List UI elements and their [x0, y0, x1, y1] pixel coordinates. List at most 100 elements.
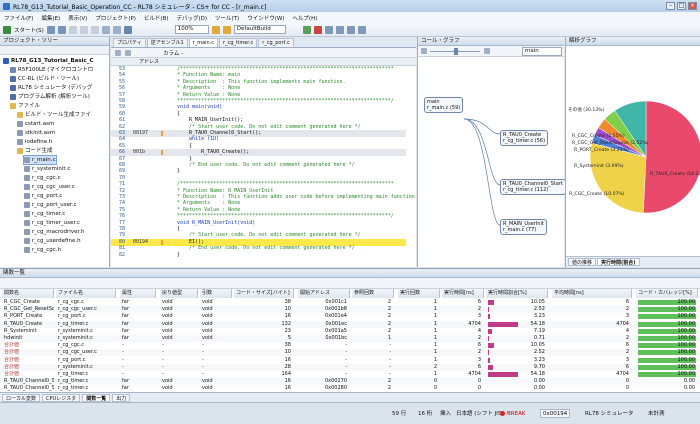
build-icon[interactable] [211, 25, 220, 34]
tree-item[interactable]: r_cg_cgc.h [24, 246, 61, 254]
tree-item[interactable]: r_cg_cgc_user.c [24, 183, 75, 191]
tree-item[interactable]: r_cg_port.c [24, 192, 62, 200]
column-header[interactable]: コード・サイズ[バイト] [234, 289, 294, 298]
column-header[interactable]: 関数名 [2, 289, 54, 298]
column-header[interactable]: 参照回数 [352, 289, 394, 298]
menu-item[interactable]: デバッグ(D) [177, 14, 208, 22]
tree-item[interactable]: プログラム解析 (解析ツール) [10, 93, 90, 101]
copy-icon[interactable] [79, 25, 88, 34]
step-out-icon[interactable] [346, 25, 355, 34]
tree-item[interactable]: ビルド・ツール生成ファイ [17, 111, 91, 119]
redo-icon[interactable] [112, 25, 121, 34]
function-search-input[interactable]: main [522, 47, 562, 56]
tree-item[interactable]: RL78 シミュレータ (デバッグ [10, 84, 92, 92]
rebuild-icon[interactable] [222, 25, 231, 34]
tree-item[interactable]: r_cg_timer_user.c [24, 219, 80, 227]
step-in-icon[interactable] [324, 25, 333, 34]
tree-item[interactable]: r_cg_timer.c [24, 210, 65, 218]
menu-item[interactable]: ファイル(F) [4, 14, 33, 22]
bottom-tab[interactable]: 出力 [112, 393, 131, 402]
zoom-out-icon[interactable] [421, 48, 427, 54]
editor-tab[interactable]: プロパティ [113, 38, 146, 47]
code-area[interactable]: 53/*************************************… [111, 66, 416, 257]
editor-tab[interactable]: 逆アセンブル1 [146, 38, 188, 47]
table-cell: 0 [625, 378, 629, 385]
tree-item[interactable]: r_systeminit.c [24, 165, 70, 173]
editor-tool-icon[interactable] [125, 49, 131, 56]
column-header[interactable]: 引数 [200, 289, 232, 298]
table-cell: 16 [284, 356, 291, 363]
cut-icon[interactable] [68, 25, 77, 34]
column-header[interactable]: 戻り値型 [160, 289, 198, 298]
stop-icon[interactable] [313, 25, 322, 34]
tree-item[interactable]: stkinit.asm [17, 129, 55, 137]
tree-item[interactable]: ファイル [10, 102, 40, 110]
tree-item-label: コード生成 [25, 148, 53, 154]
menu-item[interactable]: 編集(E) [41, 14, 60, 22]
tree-item[interactable]: R5F100LE (マイクロコントロ [10, 66, 93, 74]
column-header[interactable]: 実行時間割合[%] [486, 289, 548, 298]
menu-item[interactable]: プロジェクト(P) [95, 14, 136, 22]
table-cell: - [389, 349, 391, 356]
call-graph-node-main[interactable]: main r_main.c (59) [424, 97, 464, 113]
tree-item[interactable]: iodefine.h [17, 138, 52, 146]
close-button[interactable]: × [688, 2, 697, 10]
call-graph-node-tau0-create[interactable]: R_TAU0_Create r_cg_timer.c (56) [500, 130, 549, 146]
menu-item[interactable]: 表示(V) [68, 14, 87, 22]
build-mode-select[interactable]: DefaultBuild [233, 25, 286, 34]
column-menu[interactable]: カラム - [163, 49, 183, 57]
zoom-in-icon[interactable] [484, 48, 490, 54]
reset-icon[interactable] [357, 25, 366, 34]
step-over-icon[interactable] [335, 25, 344, 34]
column-header[interactable]: 実行時間[ns] [442, 289, 484, 298]
editor-tool-icon[interactable] [115, 49, 121, 56]
undo-icon[interactable] [101, 25, 110, 34]
zoom-slider-thumb[interactable] [454, 48, 458, 55]
table-cell: 2 [387, 320, 391, 327]
menu-item[interactable]: ツール(T) [215, 14, 239, 22]
table-cell: 16 [284, 385, 291, 392]
find-icon[interactable] [123, 25, 132, 34]
call-graph-node-main-userinit[interactable]: R_MAIN_UserInit r_main.c (77) [500, 219, 547, 235]
bottom-tab[interactable]: 関数一覧 [82, 393, 111, 402]
tree-item[interactable]: r_main.c [23, 155, 57, 165]
menu-item[interactable]: ビルド(B) [144, 14, 169, 22]
tree-item[interactable]: CC-RL (ビルド・ツール) [10, 75, 79, 83]
start-button[interactable]: スタート(S) [14, 26, 44, 34]
column-header[interactable]: 平均時間[ns] [552, 289, 632, 298]
column-header[interactable]: 属性 [120, 289, 156, 298]
menu-item[interactable]: ヘルプ(H) [292, 14, 317, 22]
zoom-select[interactable]: 100% [174, 25, 209, 34]
tree-item[interactable]: コード生成 [17, 147, 53, 155]
tree-item[interactable]: r_cg_port_user.c [24, 201, 77, 209]
paste-icon[interactable] [90, 25, 99, 34]
table-cell: void [202, 313, 213, 320]
start-icon[interactable] [3, 25, 11, 34]
editor-tab[interactable]: r_cg_port.c [258, 38, 294, 47]
editor-tab[interactable]: r_main.c [188, 38, 219, 47]
column-header[interactable]: コード・カバレッジ[%] [636, 289, 698, 298]
tree-item[interactable]: r_cg_macrodriver.h [24, 228, 84, 236]
minimize-button[interactable]: – [666, 2, 675, 10]
menu-item[interactable]: ウインドウ(W) [247, 14, 284, 22]
call-graph-node-tau0-channel0-start[interactable]: R_TAU0_Channel0_Start r_cg_timer.c (112) [500, 179, 566, 195]
tree-item[interactable]: r_cg_userdefine.h [24, 237, 81, 245]
save-icon[interactable] [46, 25, 55, 34]
tab-value-trend[interactable]: 値の推移 [568, 258, 597, 266]
column-header[interactable]: 開始アドレス [298, 289, 350, 298]
table-cell: 100.00 [677, 327, 696, 334]
open-icon[interactable] [57, 25, 66, 34]
bottom-tab[interactable]: ローカル変数 [2, 393, 41, 402]
go-icon[interactable] [302, 25, 311, 34]
coverage-marker [161, 169, 163, 174]
tree-item[interactable]: RL78_G13_Tutorial_Basic_C [3, 57, 94, 65]
maximize-button[interactable]: □ [677, 2, 686, 10]
tab-execution-time-ratio[interactable]: 実行時間(割合) [597, 258, 640, 266]
bottom-panel-tabs: ローカル変数 CPUレジスタ 関数一覧 出力 [0, 392, 700, 402]
editor-tab[interactable]: r_cg_timer.c [219, 38, 258, 47]
column-header[interactable]: 実行回数 [398, 289, 440, 298]
column-header[interactable]: ファイル名 [56, 289, 116, 298]
tree-item[interactable]: r_cg_cgc.c [24, 174, 61, 182]
tree-item[interactable]: cstart.asm [17, 120, 54, 128]
bottom-tab[interactable]: CPUレジスタ [42, 393, 81, 402]
